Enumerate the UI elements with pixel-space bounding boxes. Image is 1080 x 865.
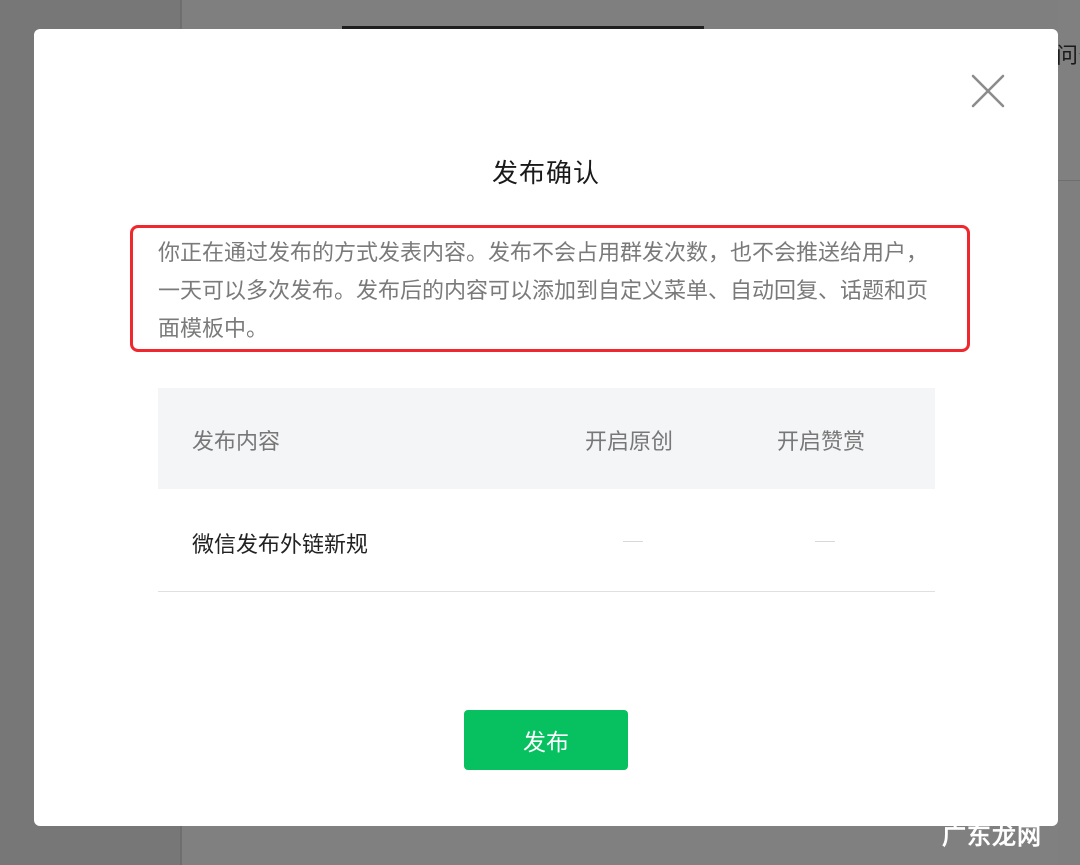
reward-status-empty <box>815 541 835 542</box>
publish-description: 你正在通过发布的方式发表内容。发布不会占用群发次数，也不会推送给用户，一天可以多… <box>158 241 929 342</box>
background-bottom-area <box>182 826 1058 865</box>
column-header-reward: 开启赞赏 <box>777 430 866 455</box>
close-icon <box>971 74 1005 108</box>
column-header-content: 发布内容 <box>192 430 281 455</box>
article-title: 微信发布外链新规 <box>192 533 369 558</box>
table-row: 微信发布外链新规 <box>158 489 935 592</box>
publish-confirm-dialog: 发布确认 你正在通过发布的方式发表内容。发布不会占用群发次数，也不会推送给用户，… <box>34 29 1058 826</box>
background-right-text: 问么 <box>1056 44 1080 69</box>
column-header-original: 开启原创 <box>585 430 674 455</box>
table-header: 发布内容 开启原创 开启赞赏 <box>158 388 935 489</box>
publish-button[interactable]: 发布 <box>464 710 628 770</box>
background-right-panel <box>1058 0 1080 181</box>
original-status-empty <box>623 541 643 542</box>
publish-content-table: 发布内容 开启原创 开启赞赏 微信发布外链新规 <box>158 388 935 592</box>
watermark-logo: 广东龙网 <box>942 822 1042 850</box>
dialog-title: 发布确认 <box>491 159 600 189</box>
close-button[interactable] <box>970 73 1006 109</box>
